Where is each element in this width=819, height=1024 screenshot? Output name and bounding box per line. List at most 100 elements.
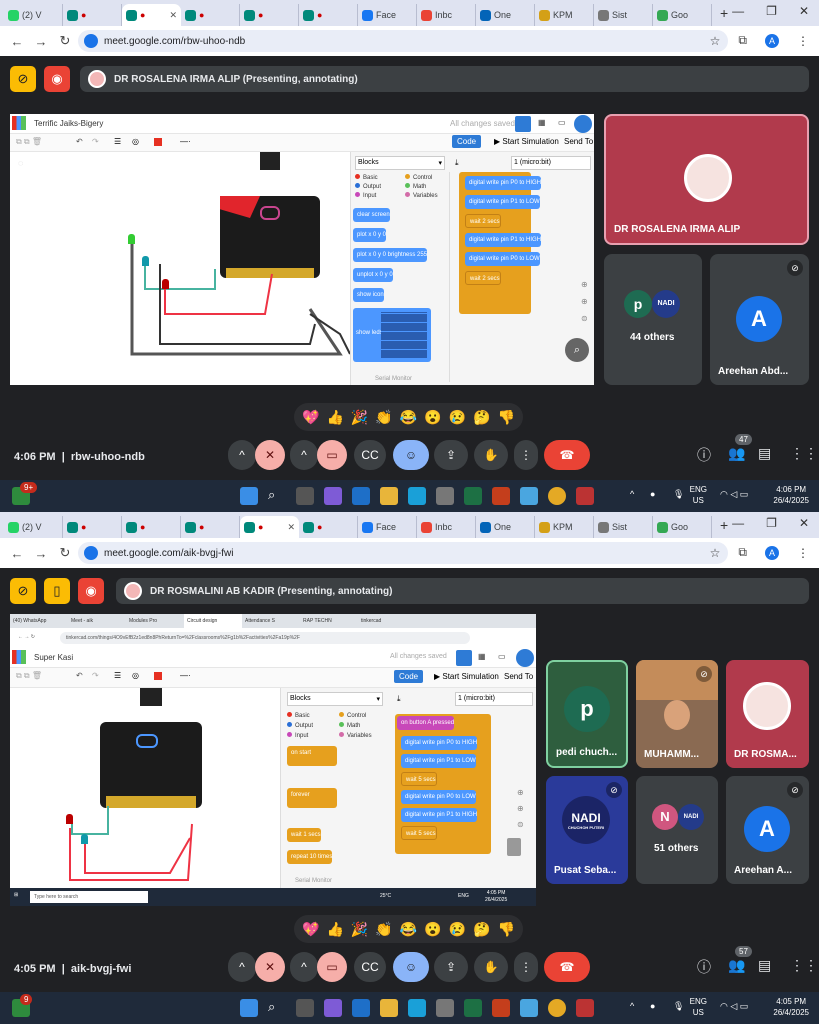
excel-icon[interactable] xyxy=(464,999,482,1017)
mic-off-button[interactable]: ✕ xyxy=(255,952,285,982)
reaction-thumbs-down[interactable]: 👎 xyxy=(498,921,515,938)
recording-icon[interactable]: ◉ xyxy=(78,578,104,604)
participant-tile-others[interactable]: N NADI 51 others xyxy=(636,776,718,884)
video-options-button[interactable]: ^ xyxy=(290,952,318,982)
explorer-icon[interactable] xyxy=(380,487,398,505)
chat-icon[interactable]: ▤ xyxy=(758,957,771,974)
reaction-laugh[interactable]: 😂 xyxy=(400,409,417,426)
inner-tab-active[interactable]: Circuit design xyxy=(184,614,242,628)
more-options-button[interactable]: ⋮ xyxy=(514,440,538,470)
wifi-icon[interactable]: ◠ ◁ ▭ xyxy=(720,1001,748,1012)
transcript-icon[interactable]: ▯ xyxy=(44,578,70,604)
category-output[interactable]: Output xyxy=(355,183,381,190)
code-block[interactable]: wait 5 secs xyxy=(401,772,437,786)
tab-meet-2[interactable]: ● xyxy=(122,516,181,538)
download-icon[interactable]: ⤓ xyxy=(455,158,459,168)
code-block[interactable]: wait 2 secs xyxy=(465,214,501,228)
inner-nav-icon[interactable]: ← → ↻ xyxy=(18,634,35,640)
inner-tab[interactable]: Attendance S xyxy=(242,614,300,628)
tab-meet-3[interactable]: ● xyxy=(181,516,240,538)
url-field[interactable]: meet.google.com/aik-bvgj-fwi xyxy=(78,542,728,564)
minimize-icon[interactable]: — xyxy=(732,4,744,18)
back-icon[interactable]: ← xyxy=(10,546,24,561)
store-icon[interactable] xyxy=(436,487,454,505)
zoom-in-icon[interactable]: ⊕ xyxy=(517,804,524,813)
participant-tile-pedi[interactable]: p pedi chuch... xyxy=(546,660,628,768)
chrome-icon[interactable] xyxy=(548,999,566,1017)
serial-monitor-link[interactable]: Serial Monitor xyxy=(375,376,412,382)
notepad-icon[interactable] xyxy=(520,999,538,1017)
minimize-icon[interactable]: — xyxy=(732,516,744,530)
menu-kebab-icon[interactable]: ⋮ xyxy=(797,546,809,560)
tab-facebook[interactable]: Face xyxy=(358,516,417,538)
search-icon[interactable]: ⌕ xyxy=(268,487,286,505)
device-dropdown[interactable]: 1 (micro:bit) xyxy=(455,692,533,706)
wifi-icon[interactable]: ◠ ◁ ▭ xyxy=(720,489,748,500)
copilot-icon[interactable] xyxy=(324,999,342,1017)
code-block[interactable]: digital write pin P0 to HIGH xyxy=(465,176,542,190)
url-field[interactable]: meet.google.com/rbw-uhoo-ndb xyxy=(78,30,728,52)
profile-avatar[interactable]: A xyxy=(765,33,779,48)
category-basic[interactable]: Basic xyxy=(355,174,378,181)
trash-icon[interactable] xyxy=(507,838,521,856)
reload-icon[interactable]: ↻ xyxy=(58,545,72,561)
store-icon[interactable] xyxy=(436,999,454,1017)
palette-block[interactable]: forever xyxy=(287,788,337,808)
menu-kebab-icon[interactable]: ⋮ xyxy=(797,34,809,48)
inner-start-icon[interactable]: ⊞ xyxy=(14,892,18,898)
serial-monitor-link[interactable]: Serial Monitor xyxy=(295,878,332,884)
chrome-icon[interactable] xyxy=(548,487,566,505)
excel-icon[interactable] xyxy=(464,487,482,505)
recording-icon[interactable]: ◉ xyxy=(44,66,70,92)
present-button[interactable]: ⇪ xyxy=(434,952,468,982)
tab-meet-2[interactable]: ● xyxy=(181,4,240,26)
tray-app-icon[interactable]: ● xyxy=(650,1001,655,1011)
participant-tile-rosma[interactable]: DR ROSMA... xyxy=(726,660,809,768)
caption-off-icon[interactable]: ⊘ xyxy=(10,578,36,604)
led-grid[interactable] xyxy=(381,312,427,358)
forward-icon[interactable]: → xyxy=(34,546,48,561)
mic-tray-icon[interactable]: 🎙 xyxy=(673,489,684,500)
reaction-thinking[interactable]: 🤔 xyxy=(473,921,490,938)
inner-url[interactable]: tinkercad.com/things/4O9vEfB2z1ed8n8PhRe… xyxy=(60,632,470,644)
tab-meet-1[interactable]: ● xyxy=(63,516,122,538)
inner-tab[interactable]: RAP TECHN xyxy=(300,614,358,628)
site-info-icon[interactable] xyxy=(84,546,98,560)
camera-off-button[interactable]: ▭ xyxy=(317,440,347,470)
tab-sistem[interactable]: Sist xyxy=(594,4,653,26)
list-icon[interactable]: ▭ xyxy=(498,652,506,661)
palette-block[interactable]: repeat 10 times xyxy=(287,850,333,864)
code-block[interactable]: digital write pin P1 to HIGH xyxy=(401,808,478,822)
chat-icon[interactable]: ▤ xyxy=(758,445,771,462)
zoom-in-icon[interactable]: ⊕ xyxy=(581,297,588,306)
code-block[interactable]: wait 2 secs xyxy=(465,271,501,285)
participant-tile-muhamm[interactable]: ⊘ MUHAMM... xyxy=(636,660,718,768)
zoom-out-icon[interactable]: ⊜ xyxy=(517,820,524,829)
reaction-thumbs-down[interactable]: 👎 xyxy=(498,409,515,426)
tab-gmail[interactable]: Inbc xyxy=(417,516,476,538)
close-tab-icon[interactable]: ✕ xyxy=(169,10,177,21)
component-icon[interactable]: ▦ xyxy=(478,652,486,661)
show-leds-block[interactable]: show leds xyxy=(353,308,431,362)
search-icon[interactable]: ⌕ xyxy=(268,999,286,1017)
palette-block[interactable]: plot x 0 y 0 xyxy=(353,228,387,242)
powerpoint-icon[interactable] xyxy=(492,999,510,1017)
device-dropdown[interactable]: 1 (micro:bit) xyxy=(511,156,591,170)
language-indicator[interactable]: ENG US xyxy=(690,996,707,1018)
inner-tab[interactable]: tinkercad xyxy=(358,614,416,628)
tab-sistem[interactable]: Sist xyxy=(594,516,653,538)
snip-icon[interactable] xyxy=(576,999,594,1017)
palette-block[interactable]: unplot x 0 y 0 xyxy=(353,268,393,282)
reaction-surprised[interactable]: 😮 xyxy=(424,409,441,426)
palette-block[interactable]: plot x 0 y 0 brightness 255 xyxy=(353,248,428,262)
zoom-out-icon[interactable]: ⊜ xyxy=(581,314,588,323)
task-view-icon[interactable] xyxy=(296,487,314,505)
extensions-icon[interactable]: ⧉ xyxy=(738,545,747,560)
tab-kpm[interactable]: KPM xyxy=(535,4,594,26)
reaction-heart[interactable]: 💖 xyxy=(302,409,319,426)
bookmark-star-icon[interactable]: ☆ xyxy=(710,546,721,560)
maximize-icon[interactable]: ❐ xyxy=(766,516,777,530)
send-to-button[interactable]: Send To xyxy=(504,672,533,681)
inner-search-box[interactable]: Type here to search xyxy=(30,891,148,903)
mic-off-button[interactable]: ✕ xyxy=(255,440,285,470)
